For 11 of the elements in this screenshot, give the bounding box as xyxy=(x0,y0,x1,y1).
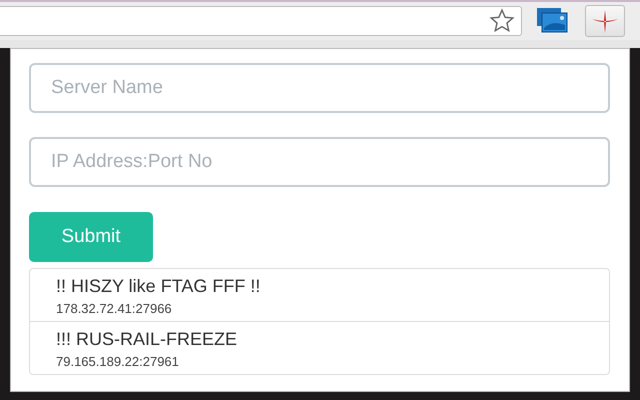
input-field[interactable]: IP Address:Port No xyxy=(29,137,610,187)
server-item[interactable]: !!! RUS-RAIL-FREEZE 79.165.189.22:27961 xyxy=(30,321,609,374)
server-address: 79.165.189.22:27961 xyxy=(56,354,180,369)
server-address: 178.32.72.41:27966 xyxy=(56,301,173,316)
input-field[interactable]: Server Name xyxy=(29,63,610,113)
server-name: !!! RUS-RAIL-FREEZE xyxy=(56,329,238,350)
screens-icon[interactable] xyxy=(536,7,568,35)
server-name: !! HISZY like FTAG FFF !! xyxy=(56,276,262,297)
server-item[interactable]: !! HISZY like FTAG FFF !! 178.32.72.41:27966 xyxy=(30,269,609,321)
extension-button[interactable] xyxy=(585,5,625,37)
star-icon[interactable] xyxy=(489,8,515,34)
